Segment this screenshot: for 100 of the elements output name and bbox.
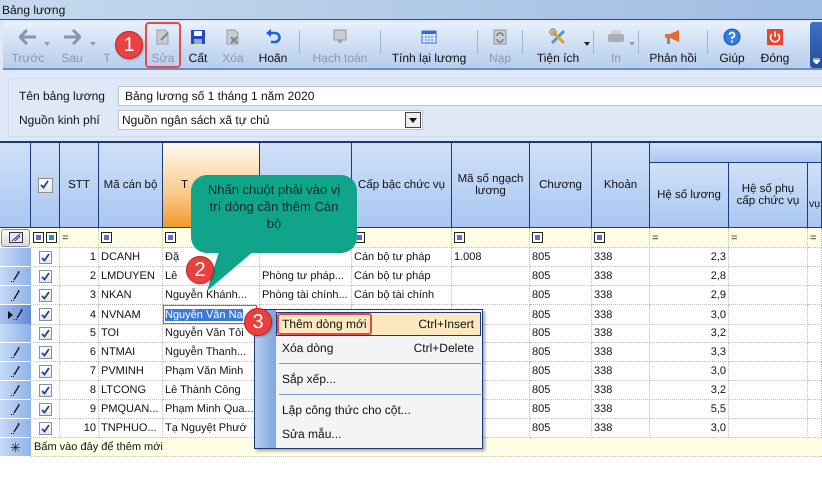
checkbox[interactable] <box>38 326 52 340</box>
filter-checkbox-icon[interactable] <box>33 232 57 243</box>
table-cell: 338 <box>594 422 612 434</box>
row-indicator[interactable] <box>0 400 31 419</box>
caret-icon <box>584 42 590 46</box>
table-cell: Nguyễn Khánh... <box>165 289 247 301</box>
menu-item[interactable]: Xóa dòng Ctrl+Delete <box>276 336 481 360</box>
column-header[interactable]: Khoản <box>592 143 650 228</box>
input-field[interactable]: Bảng lương số 1 tháng 1 năm 2020 <box>118 86 822 106</box>
checkbox[interactable] <box>38 364 52 378</box>
menu-item[interactable]: Sắp xếp... <box>276 367 481 391</box>
toolbar-button[interactable]: Tính lại lương <box>385 22 473 68</box>
table-cell: 6 <box>90 346 96 358</box>
caret-icon <box>90 42 96 46</box>
checkbox[interactable] <box>38 384 52 396</box>
column-header[interactable]: Chương <box>530 143 592 228</box>
checkbox[interactable] <box>38 308 52 321</box>
table-cell: 338 <box>594 384 612 396</box>
table-cell: 3 <box>90 289 96 301</box>
filter-checkbox-icon[interactable] <box>454 232 465 243</box>
checkbox[interactable] <box>38 270 52 282</box>
pencil-icon <box>11 366 20 376</box>
table-cell: 805 <box>532 308 550 320</box>
table-cell: 3,0 <box>710 365 726 377</box>
row-indicator[interactable] <box>0 267 31 286</box>
table-cell: 338 <box>594 308 612 320</box>
filter-editor-button[interactable] <box>1 228 30 246</box>
column-header[interactable]: Mã số ngạch lương <box>452 143 530 228</box>
row-indicator[interactable] <box>0 305 31 325</box>
column-header[interactable]: Hệ số lương <box>650 163 729 228</box>
toolbar-overflow-button[interactable] <box>810 22 822 68</box>
filter-checkbox-icon[interactable] <box>532 232 543 243</box>
toolbar-button[interactable]: Đóng <box>752 22 798 68</box>
refresh-icon <box>493 28 507 44</box>
table-cell: 805 <box>532 422 550 434</box>
table-cell: 3,0 <box>710 422 726 434</box>
table-cell: Cán bộ tài chính <box>354 289 434 301</box>
filter-checkbox-icon[interactable] <box>101 232 112 243</box>
checkbox[interactable] <box>38 422 52 434</box>
table-cell: DCANH <box>101 251 140 263</box>
table-cell: NVNAM <box>101 308 141 320</box>
menu-item[interactable]: Thêm dòng mới Ctrl+Insert <box>276 312 481 336</box>
save-icon <box>190 28 206 44</box>
table-cell: 338 <box>594 346 612 358</box>
filter-operator[interactable]: = <box>62 232 68 244</box>
calendar-icon <box>421 30 437 44</box>
filter-checkbox-icon[interactable] <box>165 232 176 243</box>
undo-icon <box>265 28 281 44</box>
column-header[interactable]: Cấp bậc chức vụ <box>352 143 452 228</box>
table-cell: 5 <box>90 327 96 339</box>
column-header[interactable]: Hệ số phụ cấp chức vụ <box>729 163 808 228</box>
table-cell: Phòng tư pháp... <box>262 270 344 282</box>
column-header[interactable]: Mã cán bộ <box>99 143 163 228</box>
checkbox[interactable] <box>38 288 52 302</box>
menu-item[interactable]: Sửa mẫu... <box>276 422 481 446</box>
checkbox[interactable] <box>38 250 52 264</box>
checkbox[interactable] <box>38 178 52 192</box>
column-header[interactable]: vụ <box>808 163 822 228</box>
column-header[interactable] <box>31 143 60 228</box>
row-indicator[interactable] <box>0 343 31 362</box>
filter-checkbox-icon[interactable] <box>594 232 605 243</box>
menu-item[interactable]: Lập công thức cho cột... <box>276 398 481 422</box>
power-icon <box>766 28 784 46</box>
table-cell: PVMINH <box>101 365 144 377</box>
table-cell: NKAN <box>101 289 132 301</box>
checkbox[interactable] <box>38 402 52 416</box>
field-label: Nguồn kinh phí <box>19 113 101 127</box>
pencil-icon <box>11 346 20 358</box>
toolbar-button[interactable]: Giúp <box>712 22 752 68</box>
row-indicator[interactable] <box>0 381 31 400</box>
table-cell: 2,9 <box>710 289 726 301</box>
filter-operator[interactable]: = <box>731 232 738 244</box>
table-cell: Đặ <box>165 251 180 263</box>
filter-operator[interactable]: = <box>652 232 658 244</box>
toolbar-button[interactable]: Hoãn <box>251 22 295 68</box>
table-cell: 338 <box>594 270 612 282</box>
toolbar-button[interactable]: Phản hồi <box>643 22 703 68</box>
new-row-hint[interactable]: Bấm vào đây để thêm mới <box>34 441 163 453</box>
table-cell: 338 <box>594 327 612 339</box>
table-cell: Lê Thành Công <box>165 384 241 396</box>
toolbar-button[interactable]: Tiện ích <box>527 22 589 68</box>
pencil-icon <box>14 309 23 320</box>
table-cell: 1.008 <box>454 251 482 263</box>
table-cell: 2,3 <box>710 251 726 263</box>
table-cell: 805 <box>532 289 550 301</box>
table-cell: 338 <box>594 251 612 263</box>
checkbox[interactable] <box>38 346 52 358</box>
dropdown-field[interactable]: Nguồn ngân sách xã tự chủ <box>118 110 423 130</box>
table-cell: Nguyễn Thanh... <box>165 346 246 358</box>
table-cell: 9 <box>90 403 96 415</box>
table-cell: Phòng tài chính... <box>262 289 348 301</box>
table-cell: 805 <box>532 327 550 339</box>
row-indicator[interactable] <box>0 362 31 381</box>
column-header[interactable]: STT <box>60 143 99 228</box>
row-indicator[interactable] <box>0 286 31 305</box>
toolbar-button[interactable]: Cất <box>181 22 215 68</box>
current-row-arrow-icon <box>8 310 13 318</box>
printer-icon <box>607 30 625 44</box>
filter-operator[interactable]: = <box>810 232 816 244</box>
row-indicator[interactable] <box>0 419 31 438</box>
